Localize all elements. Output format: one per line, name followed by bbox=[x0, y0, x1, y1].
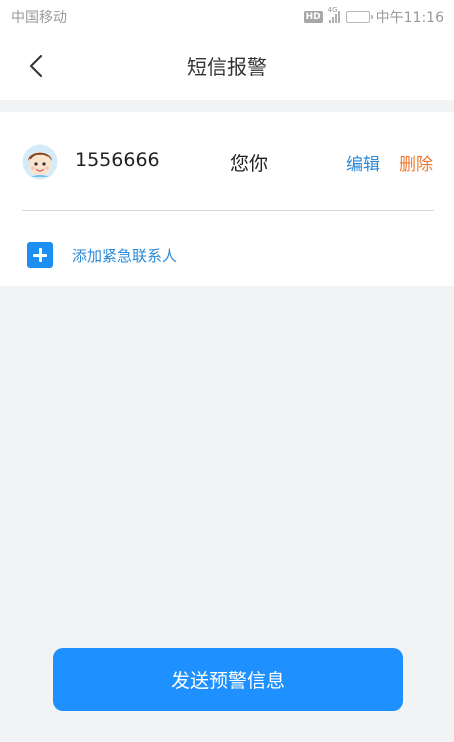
carrier-label: 中国移动 bbox=[11, 10, 67, 26]
back-button[interactable] bbox=[18, 48, 54, 84]
status-bar: 中国移动 HD 4G 中午11:16 bbox=[0, 0, 454, 34]
battery-icon bbox=[345, 11, 373, 23]
send-alert-button[interactable]: 发送预警信息 bbox=[53, 648, 403, 711]
avatar bbox=[22, 144, 58, 180]
contact-name: 您你 bbox=[230, 153, 269, 175]
plus-square-icon bbox=[27, 242, 53, 268]
contact-row: 1556666 您你 编辑 删除 bbox=[0, 112, 454, 210]
clock-label: 中午11:16 bbox=[375, 10, 444, 26]
delete-contact-button[interactable]: 删除 bbox=[399, 150, 433, 175]
add-contact-button[interactable]: 添加紧急联系人 bbox=[0, 234, 454, 274]
contacts-panel: 1556666 您你 编辑 删除 添加紧急联系人 bbox=[0, 112, 454, 286]
signal-icon: 4G bbox=[328, 6, 340, 23]
contact-phone: 1556666 bbox=[75, 149, 160, 171]
nav-bar: 短信报警 bbox=[0, 34, 454, 100]
sms-alarm-screen: 中国移动 HD 4G 中午11:16 短信报警 1556666 您你 编辑 删除… bbox=[0, 0, 454, 742]
divider bbox=[22, 210, 434, 211]
page-title: 短信报警 bbox=[187, 55, 267, 79]
edit-contact-button[interactable]: 编辑 bbox=[346, 150, 380, 175]
network-type-label: 4G bbox=[327, 6, 338, 14]
chevron-left-icon bbox=[30, 55, 42, 77]
status-icons: HD 4G 中午11:16 bbox=[303, 6, 444, 27]
add-contact-label: 添加紧急联系人 bbox=[72, 247, 178, 265]
hd-icon: HD bbox=[303, 11, 323, 23]
